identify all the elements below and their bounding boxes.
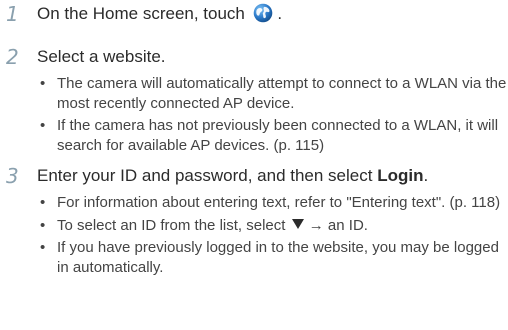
step-instruction: On the Home screen, touch . [37,3,282,25]
step-text-before: Enter your ID and password, and then sel… [37,166,373,185]
list-item: • For information about entering text, r… [38,193,508,213]
step-number: 2 [6,45,19,69]
bullet-marker: • [40,194,46,211]
step-text-after: . [277,4,283,23]
login-label: Login [377,166,424,185]
step-number: 3 [6,164,19,188]
step-number: 1 [6,2,19,26]
bullet-marker: • [40,117,46,134]
bullet-text: If you have previously logged in to the … [57,239,499,276]
bullet-marker: • [40,239,46,256]
bullet-text: The camera will automatically attempt to… [57,75,507,112]
step-instruction: Enter your ID and password, and then sel… [37,165,428,187]
step-3-bullets: • For information about entering text, r… [38,193,508,280]
bullet-text: For information about entering text, ref… [57,194,501,211]
list-item: • If the camera has not previously been … [38,116,508,155]
bullet-text-after: → an ID. [308,216,368,234]
bullet-text-before: To select an ID from the list, select [57,216,286,234]
step-text-after: . [423,166,429,185]
dropdown-triangle-icon [291,218,304,229]
list-item: • If you have previously logged in to th… [38,238,508,277]
step-2-bullets: • The camera will automatically attempt … [38,74,508,158]
globe-icon [253,3,272,23]
list-item: • To select an ID from the list, select … [38,216,508,236]
bullet-marker: • [40,216,46,234]
bullet-text: If the camera has not previously been co… [57,117,499,154]
step-text-before: On the Home screen, touch [37,4,245,23]
list-item: • The camera will automatically attempt … [38,74,508,113]
bullet-marker: • [40,75,46,92]
step-instruction: Select a website. [37,47,166,66]
